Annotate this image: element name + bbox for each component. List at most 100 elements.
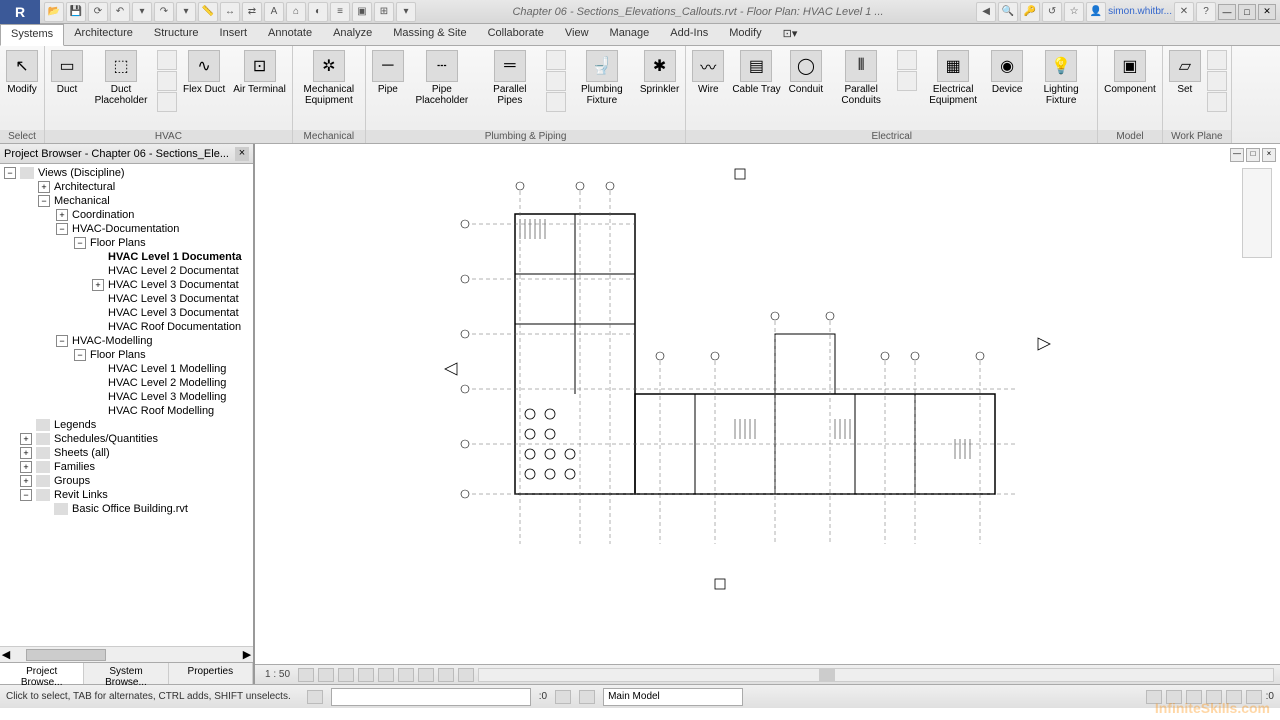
app-menu-icon[interactable]: R [0, 0, 40, 24]
expand-icon[interactable]: + [92, 279, 104, 291]
show-plane-icon[interactable] [1207, 50, 1227, 70]
view-close-icon[interactable]: × [1262, 148, 1276, 162]
expand-icon[interactable]: + [56, 209, 68, 221]
collapse-icon[interactable]: − [74, 237, 86, 249]
lighting-fixture-button[interactable]: 💡Lighting Fixture [1027, 48, 1095, 108]
tab-analyze[interactable]: Analyze [323, 24, 383, 45]
qat-drop-icon[interactable]: ▾ [396, 2, 416, 22]
tree-item[interactable]: HVAC Roof Modelling [2, 404, 251, 418]
tree-label[interactable]: Floor Plans [90, 349, 146, 361]
view-hscroll-thumb[interactable] [819, 669, 835, 681]
tab-systems[interactable]: Systems [0, 24, 64, 46]
switch-view-icon[interactable]: ⊞ [374, 2, 394, 22]
tree-label[interactable]: Architectural [54, 181, 115, 193]
modify-button[interactable]: ↖ Modify [2, 48, 42, 97]
crop-region-icon[interactable] [398, 668, 414, 682]
set-button[interactable]: ▱Set [1165, 48, 1205, 97]
expand-icon[interactable]: + [20, 461, 32, 473]
recent-icon[interactable]: ↺ [1042, 2, 1062, 22]
tree-label[interactable]: Families [54, 461, 95, 473]
key-icon[interactable]: 🔑 [1020, 2, 1040, 22]
nav-back-icon[interactable]: ◀ [976, 2, 996, 22]
measure-icon[interactable]: 📏 [198, 2, 218, 22]
tab-massing[interactable]: Massing & Site [383, 24, 477, 45]
tree-item[interactable]: HVAC Level 2 Documentat [2, 264, 251, 278]
tab-extra-icon[interactable]: ⊡▾ [773, 24, 809, 45]
detail-level-icon[interactable] [298, 668, 314, 682]
close-panel-icon[interactable]: × [235, 147, 249, 161]
tree-item[interactable]: + Schedules/Quantities [2, 432, 251, 446]
viewer-icon[interactable] [1207, 92, 1227, 112]
tree-item[interactable]: HVAC Level 3 Modelling [2, 390, 251, 404]
pipe-accessory-icon[interactable] [546, 71, 566, 91]
tree-item[interactable]: −Floor Plans [2, 236, 251, 250]
duct-button[interactable]: ▭Duct [47, 48, 87, 97]
collapse-icon[interactable]: − [38, 195, 50, 207]
collapse-icon[interactable]: − [4, 167, 16, 179]
tree-label[interactable]: Schedules/Quantities [54, 433, 158, 445]
tree-item[interactable]: −Revit Links [2, 488, 251, 502]
conduit-button[interactable]: ◯Conduit [785, 48, 827, 97]
hscroll-thumb[interactable] [26, 649, 106, 661]
tree-label[interactable]: HVAC-Modelling [72, 335, 153, 347]
scale-display[interactable]: 1 : 50 [261, 669, 294, 680]
collapse-icon[interactable]: − [74, 349, 86, 361]
undo-drop-icon[interactable]: ▾ [132, 2, 152, 22]
collapse-icon[interactable]: − [20, 489, 32, 501]
view-min-icon[interactable]: — [1230, 148, 1244, 162]
tree-item[interactable]: HVAC Level 2 Modelling [2, 376, 251, 390]
pipe-button[interactable]: ─Pipe [368, 48, 408, 97]
tree-label[interactable]: HVAC Level 2 Modelling [108, 377, 226, 389]
sync-icon[interactable]: ⟳ [88, 2, 108, 22]
signout-icon[interactable]: ✕ [1174, 2, 1194, 22]
tree-label[interactable]: HVAC Level 3 Documentat [108, 279, 239, 291]
reveal-icon[interactable] [458, 668, 474, 682]
tree-item[interactable]: HVAC Level 1 Documenta [2, 250, 251, 264]
expand-icon[interactable]: + [20, 447, 32, 459]
tree-label[interactable]: Legends [54, 419, 96, 431]
tree-label[interactable]: Groups [54, 475, 90, 487]
tree-label[interactable]: Coordination [72, 209, 134, 221]
pipe-fitting-icon[interactable] [546, 50, 566, 70]
user-icon[interactable]: 👤 [1086, 2, 1106, 22]
temp-hide-icon[interactable] [438, 668, 454, 682]
thin-lines-icon[interactable]: ≡ [330, 2, 350, 22]
text-icon[interactable]: A [264, 2, 284, 22]
tab-properties[interactable]: Properties [169, 663, 253, 684]
tree-label[interactable]: HVAC Level 1 Documenta [108, 251, 242, 263]
dim-icon[interactable]: ⇄ [242, 2, 262, 22]
minimize-button[interactable]: — [1218, 4, 1236, 20]
tree-label[interactable]: HVAC Roof Modelling [108, 405, 214, 417]
maximize-button[interactable]: □ [1238, 4, 1256, 20]
tree-item[interactable]: −HVAC-Modelling [2, 334, 251, 348]
tree-item[interactable]: −Floor Plans [2, 348, 251, 362]
collapse-icon[interactable]: − [56, 335, 68, 347]
tab-insert[interactable]: Insert [210, 24, 259, 45]
tree-item[interactable]: HVAC Level 1 Modelling [2, 362, 251, 376]
tab-architecture[interactable]: Architecture [64, 24, 144, 45]
tab-addins[interactable]: Add-Ins [660, 24, 719, 45]
redo-drop-icon[interactable]: ▾ [176, 2, 196, 22]
tree-label[interactable]: HVAC Level 3 Modelling [108, 391, 226, 403]
tab-system-browser[interactable]: System Browse... [84, 663, 168, 684]
visual-style-icon[interactable] [318, 668, 334, 682]
duct-placeholder-button[interactable]: ⬚Duct Placeholder [87, 48, 155, 108]
tree-item[interactable]: +Sheets (all) [2, 446, 251, 460]
component-button[interactable]: ▣Component [1100, 48, 1160, 97]
expand-icon[interactable]: + [20, 433, 32, 445]
expand-icon[interactable]: + [20, 475, 32, 487]
tree-item[interactable]: + HVAC Level 3 Documentat [2, 278, 251, 292]
flex-duct-button[interactable]: ∿Flex Duct [179, 48, 229, 97]
sprinkler-button[interactable]: ✱Sprinkler [636, 48, 683, 97]
unhide-icon[interactable] [418, 668, 434, 682]
tree-label[interactable]: HVAC Roof Documentation [108, 321, 241, 333]
duct-accessory-icon[interactable] [157, 71, 177, 91]
close-button[interactable]: ✕ [1258, 4, 1276, 20]
tree-item[interactable]: + Families [2, 460, 251, 474]
duct-fitting-icon[interactable] [157, 50, 177, 70]
design-option-dropdown[interactable]: Main Model [603, 688, 743, 706]
tab-manage[interactable]: Manage [600, 24, 661, 45]
project-tree[interactable]: − Views (Discipline) +Architectural−Mech… [0, 164, 253, 646]
device-button[interactable]: ◉Device [987, 48, 1027, 97]
tree-item[interactable]: HVAC Roof Documentation [2, 320, 251, 334]
